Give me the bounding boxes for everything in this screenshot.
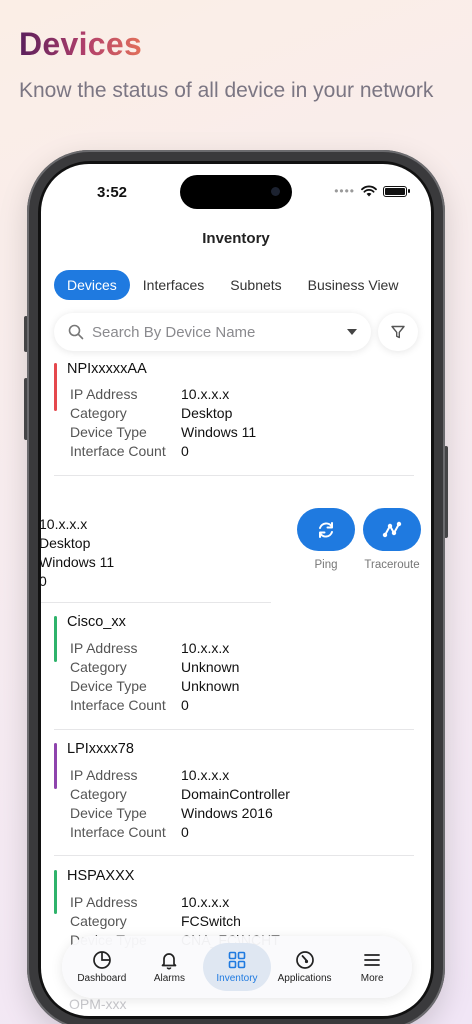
device-name: LPIxxxx78: [67, 741, 134, 757]
divider: [54, 475, 414, 476]
nav-label: Applications: [277, 973, 332, 984]
device-search-dropdown[interactable]: Search By Device Name: [54, 313, 371, 351]
nav-inventory[interactable]: Inventory: [203, 943, 271, 991]
nav-more[interactable]: More: [338, 943, 406, 991]
device-name: HSPAXXX: [67, 868, 135, 884]
category-label: Category: [70, 659, 127, 675]
refresh-icon: [319, 521, 333, 538]
interface-count-label: Interface Count: [70, 824, 166, 840]
severity-bar: [54, 363, 57, 411]
ip-label: IP Address: [70, 894, 138, 910]
category-value: Unknown: [181, 659, 240, 675]
device-type-value: Windows 11: [181, 424, 257, 440]
interface-count-value: 0: [181, 697, 189, 713]
divider: [54, 855, 414, 856]
dropdown-caret-icon: [347, 329, 357, 335]
device-card[interactable]: LPIxxxx78 IP Address 10.x.x.x Category D…: [54, 741, 414, 853]
traceroute-label: Traceroute: [364, 559, 420, 571]
tab-subnets[interactable]: Subnets: [217, 270, 294, 300]
nav-label: Dashboard: [77, 973, 127, 984]
filter-button[interactable]: [378, 313, 418, 351]
device-type-label: Device Type: [70, 678, 147, 694]
divider: [41, 602, 271, 603]
device-type-label: Device Type: [70, 424, 147, 440]
nav-alarms[interactable]: Alarms: [136, 943, 204, 991]
status-time: 3:52: [97, 184, 128, 201]
tab-devices[interactable]: Devices: [54, 270, 130, 300]
ip-value: 10.x.x.x: [181, 640, 230, 656]
ping-action[interactable]: Ping: [293, 508, 359, 571]
status-bar-indicator: [54, 616, 57, 662]
route-icon: [382, 521, 402, 537]
signal-icon: ••••: [334, 184, 355, 198]
tab-bar: Devices Interfaces Subnets Business View: [54, 270, 411, 300]
device-type-value: Unknown: [181, 678, 240, 694]
device-card[interactable]: Cisco_xx IP Address 10.x.x.x Category Un…: [54, 614, 414, 726]
bottom-navigation: Dashboard Alarms Inventory Applications …: [62, 936, 412, 998]
status-indicators: ••••: [334, 184, 410, 198]
nav-label: Inventory: [216, 973, 258, 984]
ip-label: IP Address: [70, 640, 138, 656]
ip-label: IP Address: [70, 386, 138, 402]
interface-count-label: Interface Count: [70, 443, 166, 459]
interface-count-label: Interface Count: [70, 697, 166, 713]
status-bar-indicator: [54, 743, 57, 789]
device-name: Cisco_xx: [67, 614, 126, 630]
interface-count-value: 0: [181, 443, 189, 459]
device-type-value: Windows 2016: [181, 805, 273, 821]
ping-button[interactable]: [297, 508, 355, 551]
tab-interfaces[interactable]: Interfaces: [130, 270, 217, 300]
bell-icon: [162, 953, 177, 970]
device-type-label: Device Type: [70, 805, 147, 821]
filter-icon: [391, 325, 405, 339]
category-value: FCSwitch: [181, 913, 241, 929]
divider: [54, 729, 414, 730]
nav-label: Alarms: [153, 973, 185, 984]
ping-label: Ping: [314, 559, 338, 571]
ip-value: 10.x.x.x: [181, 894, 230, 910]
category-label: Category: [70, 405, 127, 421]
status-bar-indicator: [54, 870, 57, 914]
dynamic-island: [180, 175, 292, 209]
interface-count-value: 0: [181, 824, 189, 840]
ip-label: IP Address: [70, 767, 138, 783]
ip-value: 10.x.x.x: [181, 767, 230, 783]
category-value: DomainController: [181, 786, 290, 802]
applications-icon: [295, 951, 314, 969]
search-icon: [68, 324, 84, 340]
partial-device-name: OPM-xxx: [69, 996, 127, 1012]
swiped-device-card[interactable]: 10.x.x.x Desktop Windows 11 0: [41, 514, 281, 594]
page-title: Devices: [19, 26, 143, 62]
category-label: Category: [70, 786, 127, 802]
grid-icon: [228, 951, 246, 969]
traceroute-action[interactable]: Traceroute: [359, 508, 425, 571]
category-value: Desktop: [41, 535, 91, 551]
menu-icon: [364, 954, 381, 966]
nav-title: Inventory: [202, 230, 270, 247]
battery-icon: [383, 185, 410, 197]
category-label: Category: [70, 913, 127, 929]
interface-count-value: 0: [41, 573, 47, 589]
search-placeholder: Search By Device Name: [92, 323, 256, 341]
device-name: NPIxxxxxAA: [67, 361, 147, 377]
wifi-icon: [361, 185, 377, 197]
category-value: Desktop: [181, 405, 233, 421]
page-subtitle: Know the status of all device in your ne…: [19, 79, 434, 102]
nav-label: More: [360, 973, 384, 984]
nav-applications[interactable]: Applications: [271, 943, 339, 991]
ip-value: 10.x.x.x: [181, 386, 230, 402]
traceroute-button[interactable]: [363, 508, 421, 551]
dashboard-icon: [92, 951, 111, 969]
tab-business-view[interactable]: Business View: [295, 270, 412, 300]
ip-value: 10.x.x.x: [41, 516, 88, 532]
device-type-value: Windows 11: [41, 554, 115, 570]
nav-dashboard[interactable]: Dashboard: [68, 943, 136, 991]
device-card[interactable]: NPIxxxxxAA IP Address 10.x.x.x Category …: [54, 361, 414, 473]
app-screen: 3:52 •••• Inventory Devices Interfaces S…: [41, 164, 431, 1016]
